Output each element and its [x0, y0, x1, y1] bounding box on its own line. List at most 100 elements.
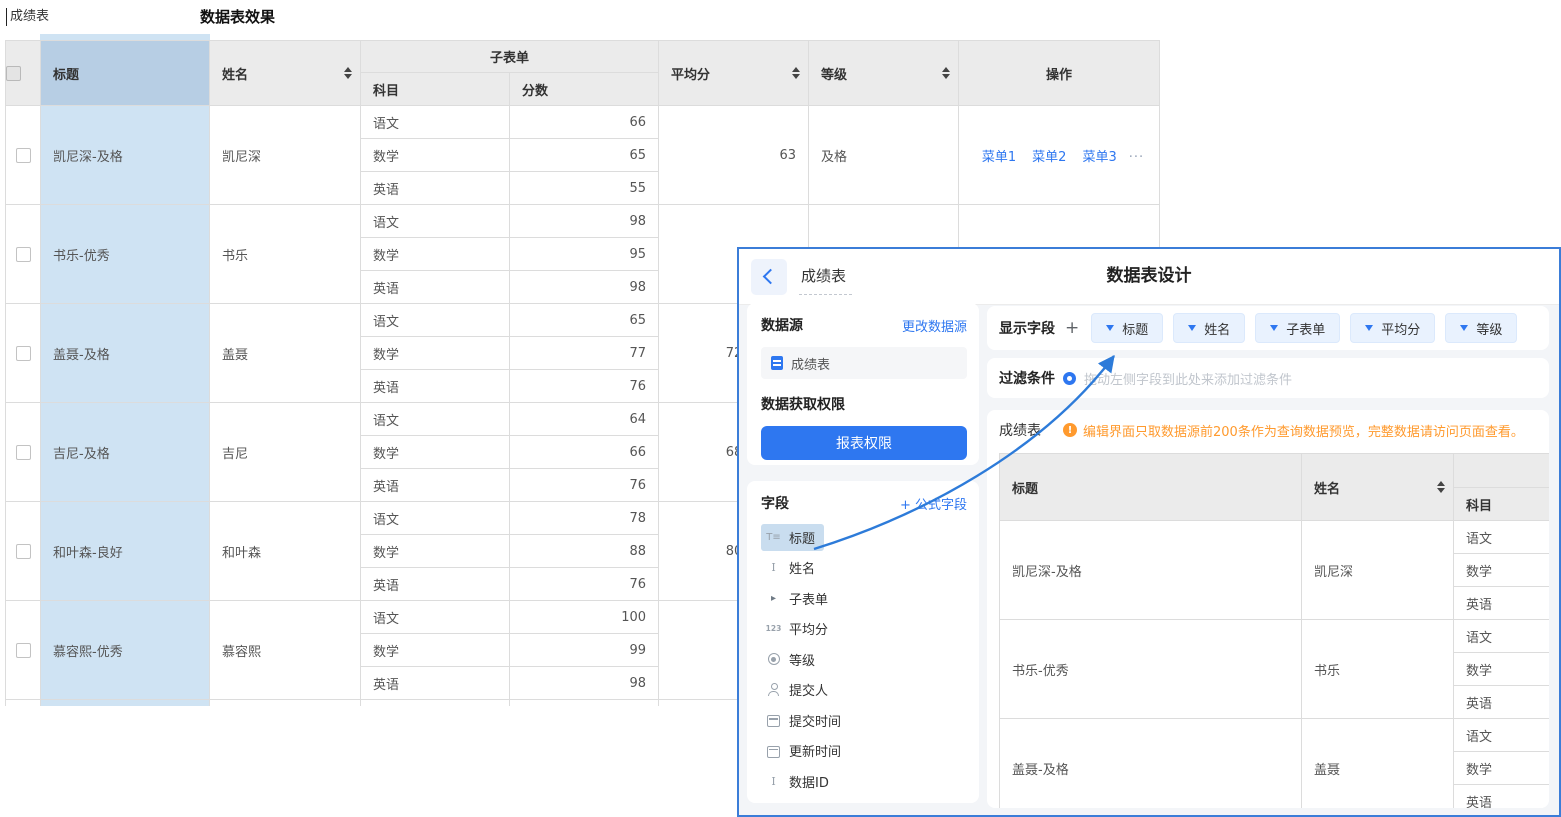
field-item-grade[interactable]: 等级	[761, 644, 967, 675]
preview-header-title[interactable]: 标题	[1000, 454, 1302, 521]
header-subform: 子表单	[361, 41, 659, 73]
cell-subject: 语文	[1454, 719, 1550, 752]
cell-title: 和叶森-良好	[41, 502, 210, 601]
row-checkbox[interactable]	[16, 247, 31, 262]
field-item-update-time[interactable]: 更新时间	[761, 736, 967, 767]
preview-card: 成绩表 编辑界面只取数据源前200条作为查询数据预览，完整数据请访问页面查看。 …	[987, 410, 1549, 808]
header-actions: 操作	[959, 41, 1160, 106]
cell-subject: 语文	[361, 106, 510, 139]
header-name[interactable]: 姓名	[210, 41, 361, 106]
cell-subject: 数学	[361, 238, 510, 271]
cell-subject: 语文	[361, 205, 510, 238]
datasource-card: 数据源 更改数据源 成绩表 数据获取权限 报表权限	[747, 303, 979, 465]
chevron-down-icon	[1365, 325, 1373, 331]
cell-subject: 英语	[1454, 785, 1550, 809]
select-all-cell[interactable]	[6, 41, 41, 106]
field-item-data-id[interactable]: I数据ID	[761, 766, 967, 797]
actions-cell: 菜单1 菜单2 菜单3 ···	[959, 106, 1160, 205]
header-score: 分数	[510, 73, 659, 106]
chevron-down-icon	[1188, 325, 1196, 331]
field-chip-name[interactable]: 姓名	[1173, 313, 1245, 343]
field-chip-grade[interactable]: 等级	[1445, 313, 1517, 343]
add-formula-field-link[interactable]: + 公式字段	[900, 494, 967, 513]
cell-subject: 语文	[361, 403, 510, 436]
header-average[interactable]: 平均分	[659, 41, 809, 106]
datasource-label: 数据源	[761, 315, 803, 335]
field-item-average[interactable]: 123平均分	[761, 614, 967, 645]
add-display-field-icon[interactable]: +	[1065, 318, 1079, 338]
sort-icon[interactable]	[1437, 481, 1445, 493]
field-chip-subform[interactable]: 子表单	[1255, 313, 1340, 343]
cell-subject: 英语	[361, 469, 510, 502]
text-field-icon: I	[765, 561, 782, 574]
breadcrumb: 成绩表	[6, 8, 49, 26]
cell-subject: 英语	[361, 370, 510, 403]
row-checkbox[interactable]	[16, 346, 31, 361]
field-item-submitter[interactable]: 提交人	[761, 675, 967, 706]
menu2-link[interactable]: 菜单2	[1032, 150, 1066, 165]
sort-icon[interactable]	[344, 67, 352, 79]
plus-icon: +	[900, 498, 911, 513]
preview-header-name[interactable]: 姓名	[1302, 454, 1454, 521]
table-row: 凯尼深-及格 凯尼深 语文 66 63 及格 菜单1菜单2菜单3···	[6, 106, 1160, 139]
row-checkbox[interactable]	[16, 148, 31, 163]
calendar-icon	[765, 713, 782, 727]
header-grade[interactable]: 等级	[809, 41, 959, 106]
calendar-icon	[765, 744, 782, 758]
cell-score: 76	[510, 568, 659, 601]
row-checkbox[interactable]	[16, 445, 31, 460]
cell-subject: 英语	[361, 271, 510, 304]
cell-score: 78	[510, 502, 659, 535]
field-item-subform[interactable]: ▸子表单	[761, 583, 967, 614]
cell-score: 66	[510, 436, 659, 469]
data-table-design-panel: 成绩表 数据表设计 数据源 更改数据源 成绩表 数据获取权限 报表权限 字段 +…	[737, 247, 1561, 817]
person-icon	[765, 683, 782, 696]
header-title[interactable]: 标题	[41, 41, 210, 106]
cell-subject: 数学	[1454, 653, 1550, 686]
preview-row: 书乐-优秀 书乐 语文	[1000, 620, 1550, 653]
field-item-submit-time[interactable]: 提交时间	[761, 705, 967, 736]
title-field-icon: T≡	[765, 532, 782, 543]
select-all-checkbox[interactable]	[6, 66, 21, 81]
row-checkbox[interactable]	[16, 643, 31, 658]
menu3-link[interactable]: 菜单3	[1082, 150, 1116, 165]
cell-subject: 数学	[361, 634, 510, 667]
cell-score: 76	[510, 370, 659, 403]
report-permission-button[interactable]: 报表权限	[761, 426, 967, 460]
field-item-name[interactable]: I姓名	[761, 553, 967, 584]
row-checkbox[interactable]	[16, 544, 31, 559]
change-datasource-link[interactable]: 更改数据源	[902, 316, 967, 335]
expand-triangle-icon[interactable]: ▸	[765, 593, 782, 604]
preview-row: 盖聂-及格 盖聂 语文	[1000, 719, 1550, 752]
cell-title: 吉尼-及格	[41, 403, 210, 502]
gear-icon[interactable]	[1063, 372, 1076, 385]
cell-title: 凯尼深-及格	[1000, 521, 1302, 620]
sort-icon[interactable]	[942, 67, 950, 79]
cell-score: 76	[510, 469, 659, 502]
menu1-link[interactable]: 菜单1	[982, 150, 1016, 165]
fields-label: 字段	[761, 493, 789, 513]
cell-name: 吉尼	[210, 403, 361, 502]
cell-score: 77	[510, 337, 659, 370]
table-row: 书乐-优秀 书乐 语文 98 97 优秀 菜单1菜单2菜单3···	[6, 205, 1160, 238]
panel-title: 数据表设计	[739, 249, 1559, 304]
cell-score: 64	[510, 403, 659, 436]
datasource-item-label: 成绩表	[791, 354, 830, 373]
cell-name: 凯尼深	[210, 106, 361, 205]
filter-label: 过滤条件	[999, 368, 1055, 388]
more-actions-icon[interactable]: ···	[1129, 150, 1144, 165]
datasource-item[interactable]: 成绩表	[761, 347, 967, 379]
sort-icon[interactable]	[792, 67, 800, 79]
cell-subject: 数学	[1454, 752, 1550, 785]
header-subject: 科目	[361, 73, 510, 106]
field-chip-average[interactable]: 平均分	[1350, 313, 1435, 343]
display-fields-label: 显示字段	[999, 318, 1055, 338]
preview-warning: 编辑界面只取数据源前200条作为查询数据预览，完整数据请访问页面查看。	[1063, 421, 1524, 440]
radio-field-icon	[765, 653, 782, 665]
field-chip-title[interactable]: 标题	[1091, 313, 1163, 343]
filter-card[interactable]: 过滤条件 拖动左侧字段到此处来添加过滤条件	[987, 358, 1549, 398]
cell-subject: 语文	[361, 304, 510, 337]
cell-title: 盖聂-及格	[41, 304, 210, 403]
cell-subject: 英语	[361, 568, 510, 601]
field-item-title[interactable]: T≡标题	[761, 522, 967, 553]
